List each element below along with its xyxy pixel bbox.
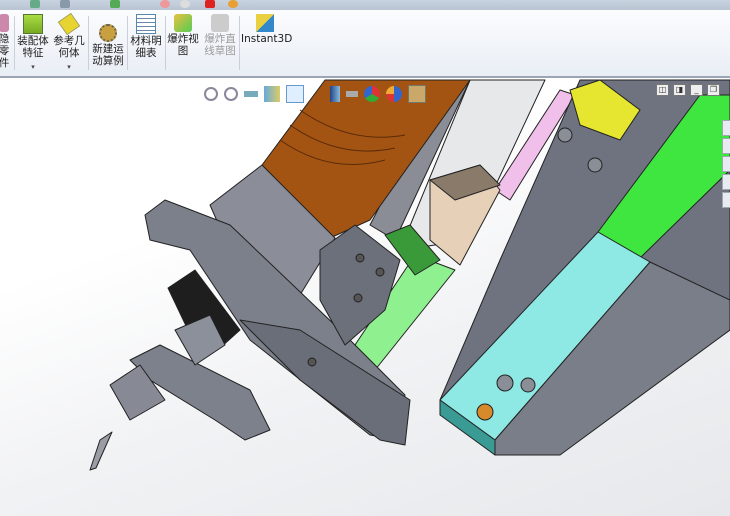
label: 材料明 [130, 35, 162, 47]
explode-line-sketch-icon [211, 14, 229, 32]
zoom-to-fit-icon[interactable] [204, 87, 218, 101]
restore-button[interactable]: ❐ [707, 84, 720, 96]
minimize-button[interactable]: _ [690, 84, 703, 96]
label: 爆炸直 [204, 33, 236, 45]
explode-line-sketch-button[interactable]: 爆炸直 线草图 [202, 12, 238, 74]
hole [307, 357, 317, 367]
assembly-model [89, 79, 730, 471]
exploded-view-button[interactable]: 爆炸视 图 [166, 12, 200, 74]
view-settings-icon[interactable] [408, 85, 426, 103]
appearances-tab[interactable] [722, 192, 730, 208]
view-palette-tab[interactable] [722, 174, 730, 190]
label: 何体 [58, 47, 80, 59]
hole [375, 267, 385, 277]
label: Instant3D [241, 33, 293, 45]
chevron-down-icon[interactable]: ▾ [52, 61, 86, 73]
heads-up-view-toolbar [204, 84, 426, 104]
split-view-vertical-button[interactable]: ◨ [673, 84, 686, 96]
label: 隐 [0, 33, 10, 45]
graphics-area[interactable]: ◫ ◨ _ ❐ [0, 78, 730, 516]
label: 件 [0, 57, 10, 69]
hole [557, 127, 573, 143]
qat-icon[interactable] [30, 0, 40, 8]
instant3d-button[interactable]: Instant3D [241, 12, 293, 74]
file-explorer-tab[interactable] [722, 156, 730, 172]
assembly-features-icon [23, 14, 43, 34]
label: 装配体 [17, 35, 49, 47]
qat-icon[interactable] [110, 0, 120, 8]
quick-access-toolbar [0, 0, 730, 10]
new-motion-study-button[interactable]: 新建运 动算例 [90, 22, 126, 84]
apply-scene-icon[interactable] [386, 86, 402, 102]
command-manager-ribbon: 隐 零 件 装配体 特征 ▾ 参考几 何体 ▾ 新建运 动算例 材料明 细表 爆… [0, 10, 730, 78]
new-motion-study-icon [99, 24, 117, 42]
qat-icon[interactable] [160, 0, 170, 8]
hole [353, 293, 363, 303]
show-hidden-components-button[interactable]: 隐 零 件 [0, 12, 12, 74]
show-hidden-components-icon [0, 14, 9, 32]
label: 图 [177, 45, 189, 57]
pin [476, 403, 494, 421]
label: 动算例 [92, 55, 124, 67]
viewport-window-controls: ◫ ◨ _ ❐ [656, 84, 720, 96]
label: 新建运 [92, 43, 124, 55]
qat-icon[interactable] [228, 0, 238, 8]
instant3d-icon [256, 14, 274, 32]
bill-of-materials-icon [136, 14, 156, 34]
divider [127, 16, 128, 70]
display-style-icon[interactable] [330, 86, 340, 102]
exploded-view-icon [174, 14, 192, 32]
label: 零 [0, 45, 10, 57]
reference-geometry-button[interactable]: 参考几 何体 ▾ [52, 12, 86, 74]
solidworks-resources-tab[interactable] [722, 120, 730, 136]
hole [587, 157, 603, 173]
hole [355, 253, 365, 263]
task-pane-tabs [722, 120, 730, 210]
design-library-tab[interactable] [722, 138, 730, 154]
view-orientation-icon[interactable] [286, 85, 304, 103]
divider [239, 16, 240, 70]
label: 细表 [135, 47, 157, 59]
label: 参考几 [53, 35, 85, 47]
qat-icon[interactable] [180, 0, 190, 8]
section-view-icon[interactable] [264, 86, 280, 102]
previous-view-icon[interactable] [244, 91, 258, 97]
assembly-features-button[interactable]: 装配体 特征 ▾ [16, 12, 50, 74]
qat-icon[interactable] [205, 0, 215, 8]
reference-geometry-icon [57, 12, 81, 36]
split-view-button[interactable]: ◫ [656, 84, 669, 96]
label: 爆炸视 [167, 33, 199, 45]
hide-show-items-icon[interactable] [346, 91, 358, 97]
hole [496, 374, 514, 392]
chevron-down-icon[interactable]: ▾ [16, 61, 50, 73]
divider [88, 16, 89, 70]
label: 线草图 [204, 45, 236, 57]
edit-appearance-icon[interactable] [364, 86, 380, 102]
qat-icon[interactable] [60, 0, 70, 8]
bill-of-materials-button[interactable]: 材料明 细表 [129, 12, 163, 74]
hole [520, 377, 536, 393]
label: 特征 [22, 47, 44, 59]
tool-tip [89, 431, 113, 471]
zoom-to-area-icon[interactable] [224, 87, 238, 101]
divider [14, 16, 15, 70]
